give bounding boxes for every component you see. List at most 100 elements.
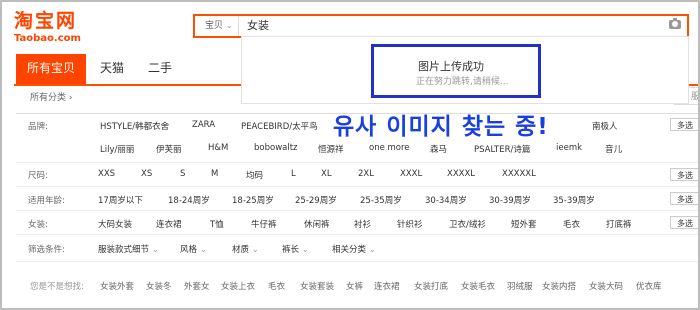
multi-select-button[interactable]: 多选 [670,192,698,205]
filter-row-size: 尺码: XXS XS S M 均码 L XL 2XL XXXL XXXXL XX… [16,163,698,187]
brand-option[interactable]: ieemk [556,143,582,153]
suggestion-link[interactable]: 连衣裙 [374,280,400,292]
brand-option[interactable]: 恒源祥 [318,143,344,155]
suggestion-link[interactable]: 外套女 [184,280,210,292]
search-scope-select[interactable]: 宝贝 ⌄ [195,16,239,36]
brand-option[interactable]: 森马 [430,143,447,155]
multi-select-button[interactable]: 多选 [670,168,698,181]
type-option[interactable]: 短外套 [511,218,537,230]
upload-success-text: 图片上传成功 [418,60,484,73]
logo-chinese: 淘宝网 [14,10,78,32]
age-option[interactable]: 18-25周岁 [232,194,274,206]
suggestion-link[interactable]: 优衣库 [636,280,662,292]
brand-option[interactable]: PEACEBIRD/太平鸟 [241,120,318,132]
chevron-down-icon: ⌄ [152,245,159,254]
type-option[interactable]: T恤 [210,218,224,230]
condition-dropdown[interactable]: 相关分类 ⌄ [332,243,376,255]
suggestion-link[interactable]: 女装毛衣 [461,280,495,292]
size-option[interactable]: L [291,169,296,179]
size-option[interactable]: M [211,169,218,179]
brand-option[interactable]: Lily/丽丽 [100,143,134,155]
brand-option[interactable]: 音儿 [605,143,622,155]
size-option[interactable]: XS [141,169,152,179]
type-option[interactable]: 衬衫 [354,218,371,230]
suggestion-link[interactable]: 女裤 [346,280,363,292]
brand-option[interactable]: 南极人 [592,120,618,132]
suggestion-link[interactable]: 女装套装 [300,280,334,292]
brand-option[interactable]: HSTYLE/韩都衣舍 [100,120,169,132]
size-option[interactable]: XL [321,169,332,179]
condition-dropdown[interactable]: 风格 ⌄ [180,243,207,255]
filter-label-brand: 品牌: [28,122,48,132]
size-option[interactable]: XXXXL [447,169,475,179]
logo-english: Taobao.com [14,33,81,44]
filter-label-type: 女装: [28,220,48,230]
suggestions-label: 您是不是想找: [30,282,84,292]
suggestion-link[interactable]: 羽绒服 [507,280,533,292]
type-option[interactable]: 卫衣/绒衫 [449,218,486,230]
size-option[interactable]: 2XL [358,169,374,179]
size-option[interactable]: XXS [98,169,115,179]
taobao-logo[interactable]: 淘宝网 Taobao.com [14,10,81,45]
brand-option[interactable]: H&M [208,143,228,153]
age-option[interactable]: 18-24周岁 [168,194,210,206]
size-option[interactable]: 均码 [246,169,263,181]
condition-label: 相关分类 [332,245,367,255]
chevron-down-icon: ⌄ [369,245,376,254]
type-option[interactable]: 连衣裙 [156,218,182,230]
breadcrumb[interactable]: 所有分类 › [30,90,72,103]
suggestion-link[interactable]: 女装外套 [100,280,134,292]
tab-second-hand[interactable]: 二手 [148,54,172,82]
tab-tmall[interactable]: 天猫 [100,54,124,82]
type-option[interactable]: 毛衣 [563,218,580,230]
brand-option[interactable]: ZARA [192,120,215,130]
brand-option[interactable]: PSALTER/诗篇 [474,143,530,155]
age-option[interactable]: 17周岁以下 [98,194,143,206]
brand-option[interactable]: one more [369,143,410,153]
condition-dropdown[interactable]: 裤长 ⌄ [282,243,309,255]
age-option[interactable]: 30-34周岁 [425,194,467,206]
size-option[interactable]: XXXL [400,169,422,179]
age-option[interactable]: 30-39周岁 [489,194,531,206]
type-option[interactable]: 针织衫 [397,218,423,230]
brand-option[interactable]: bobowaltz [254,143,298,153]
condition-label: 风格 [180,245,198,255]
chevron-down-icon: ⌄ [225,21,233,31]
chevron-down-icon: ⌄ [252,245,259,254]
age-option[interactable]: 25-29周岁 [295,194,337,206]
chevron-down-icon: ⌄ [302,245,309,254]
multi-select-button[interactable]: 多选 [670,216,698,229]
search-input[interactable]: 女装 [247,16,269,36]
suggestion-link[interactable]: 女装上衣 [221,280,255,292]
brand-option[interactable]: 伊芙丽 [156,143,182,155]
condition-dropdown[interactable]: 材质 ⌄ [232,243,259,255]
korean-overlay-caption: 유사 이미지 찾는 중! [333,114,549,140]
suggestion-link[interactable]: 毛衣 [268,280,285,292]
type-option[interactable]: 休闲裤 [304,218,330,230]
condition-dropdown[interactable]: 服装款式细节 ⌄ [98,243,159,255]
type-option[interactable]: 牛仔裤 [251,218,277,230]
size-option[interactable]: XXXXXL [502,169,536,179]
suggestion-link[interactable]: 女装冬 [146,280,172,292]
multi-select-button[interactable]: 多选 [670,118,698,131]
type-option[interactable]: 大码女装 [98,218,132,230]
condition-label: 裤长 [282,245,300,255]
condition-label: 服装款式细节 [98,245,150,255]
suggestion-link[interactable]: 女装打底 [414,280,448,292]
size-option[interactable]: S [180,169,185,179]
age-option[interactable]: 35-39周岁 [553,194,595,206]
filter-label-size: 尺码: [28,171,48,181]
tab-all-items[interactable]: 所有宝贝 [16,54,86,84]
filter-label-conditions: 筛选条件: [28,245,65,255]
redirecting-text: 正在努力跳转,请稍候... [416,77,509,87]
camera-icon[interactable] [669,18,681,29]
type-option[interactable]: 打底裤 [606,218,632,230]
suggestion-link[interactable]: 女装大码 [589,280,623,292]
filter-row-type: 女装: 大码女装 连衣裙 T恤 牛仔裤 休闲裤 衬衫 针织衫 卫衣/绒衫 短外套… [16,211,698,235]
filter-row-age: 适用年龄: 17周岁以下 18-24周岁 18-25周岁 25-29周岁 25-… [16,187,698,211]
suggestion-link[interactable]: 女装内搭 [542,280,576,292]
search-bar: 宝贝 ⌄ 女装 [193,14,689,38]
age-option[interactable]: 25-35周岁 [360,194,402,206]
search-scope-label: 宝贝 [205,21,224,31]
browser-frame: 淘宝网 Taobao.com 宝贝 ⌄ 女装 图片上传成功 正在努力跳转,请稍候… [0,0,700,310]
